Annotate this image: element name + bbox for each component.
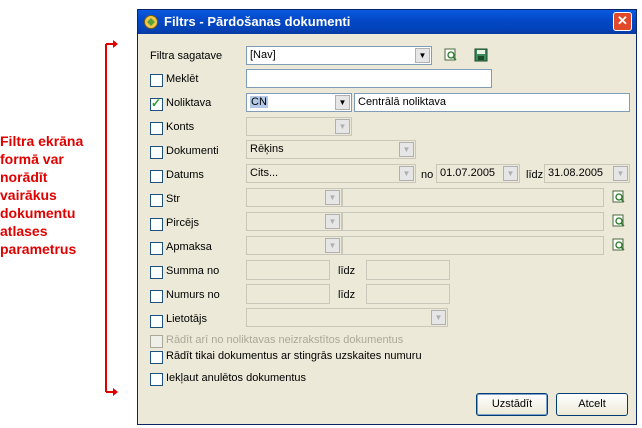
sum-label: Summa no	[166, 265, 220, 277]
unwritten-docs-checkbox[interactable]	[150, 335, 163, 348]
cancelled-docs-label: Iekļaut anulētos dokumentus	[166, 372, 307, 384]
close-button[interactable]: ✕	[613, 12, 632, 31]
chevron-down-icon[interactable]: ▼	[335, 119, 350, 134]
search-icon[interactable]	[612, 214, 626, 228]
date-checkbox[interactable]	[150, 170, 163, 183]
chevron-down-icon[interactable]: ▼	[399, 142, 414, 157]
str-label: Str	[166, 193, 181, 205]
number-to-label: līdz	[338, 289, 356, 301]
buyer-label: Pircējs	[166, 217, 200, 229]
chevron-down-icon[interactable]: ▼	[399, 166, 414, 181]
account-select[interactable]: ▼	[246, 117, 352, 136]
payment-code-select[interactable]: ▼	[246, 236, 342, 255]
payment-name-field	[342, 236, 604, 255]
str-code-select[interactable]: ▼	[246, 188, 342, 207]
window-title: Filtrs - Pārdošanas dokumenti	[164, 14, 351, 29]
date-to-label: līdz	[526, 169, 544, 181]
sum-to-field[interactable]	[366, 260, 450, 280]
date-label: Datums	[166, 169, 204, 181]
buyer-name-field	[342, 212, 604, 231]
filter-dialog: Filtrs - Pārdošanas dokumenti ✕ Filtra s…	[137, 9, 637, 425]
sum-checkbox[interactable]	[150, 266, 163, 279]
search-icon[interactable]	[612, 238, 626, 252]
sum-to-label: līdz	[338, 265, 356, 277]
chevron-down-icon[interactable]: ▼	[431, 310, 446, 325]
chevron-down-icon[interactable]: ▼	[613, 166, 628, 181]
search-label: Meklēt	[166, 73, 199, 85]
template-select[interactable]: [Nav] ▼	[246, 46, 432, 65]
chevron-down-icon[interactable]: ▼	[325, 214, 340, 229]
buyer-code-select[interactable]: ▼	[246, 212, 342, 231]
strict-number-checkbox[interactable]	[150, 351, 163, 364]
save-icon[interactable]	[474, 48, 488, 62]
documents-select[interactable]: Rēķins ▼	[246, 140, 416, 159]
chevron-down-icon[interactable]: ▼	[415, 48, 430, 63]
search-icon[interactable]	[612, 190, 626, 204]
str-checkbox[interactable]	[150, 194, 163, 207]
date-to-field[interactable]: 31.08.2005 ▼	[544, 164, 630, 183]
sum-from-field[interactable]	[246, 260, 330, 280]
number-label: Numurs no	[166, 289, 220, 301]
buyer-checkbox[interactable]	[150, 218, 163, 231]
payment-label: Apmaksa	[166, 241, 212, 253]
account-checkbox[interactable]	[150, 122, 163, 135]
search-input[interactable]	[246, 69, 492, 88]
user-checkbox[interactable]	[150, 315, 163, 328]
template-label: Filtra sagatave	[150, 50, 223, 62]
search-checkbox[interactable]	[150, 74, 163, 87]
user-select[interactable]: ▼	[246, 308, 448, 327]
user-label: Lietotājs	[166, 313, 207, 325]
cancelled-docs-checkbox[interactable]	[150, 373, 163, 386]
number-checkbox[interactable]	[150, 290, 163, 303]
warehouse-name-field: Centrālā noliktava	[354, 93, 630, 112]
title-bar: Filtrs - Pārdošanas dokumenti ✕	[138, 10, 636, 34]
date-from-field[interactable]: 01.07.2005 ▼	[436, 164, 520, 183]
annotation-bracket	[105, 40, 118, 396]
date-from-label: no	[421, 169, 434, 181]
chevron-down-icon[interactable]: ▼	[503, 166, 518, 181]
str-name-field	[342, 188, 604, 207]
strict-number-label: Rādīt tikai dokumentus ar stingrās uzska…	[166, 350, 422, 362]
chevron-down-icon[interactable]: ▼	[325, 190, 340, 205]
warehouse-label: Noliktava	[166, 97, 212, 109]
number-to-field[interactable]	[366, 284, 450, 304]
app-icon	[144, 15, 158, 29]
date-mode-select[interactable]: Cits... ▼	[246, 164, 416, 183]
documents-checkbox[interactable]	[150, 146, 163, 159]
documents-label: Dokumenti	[166, 145, 219, 157]
number-from-field[interactable]	[246, 284, 330, 304]
warehouse-code: CN	[250, 96, 268, 108]
chevron-down-icon[interactable]: ▼	[325, 238, 340, 253]
warehouse-code-select[interactable]: CN ▼	[246, 93, 352, 112]
warehouse-checkbox[interactable]	[150, 96, 163, 111]
search-icon[interactable]	[444, 48, 458, 62]
apply-button[interactable]: Uzstādīt	[476, 393, 548, 416]
payment-checkbox[interactable]	[150, 242, 163, 255]
cancel-button[interactable]: Atcelt	[556, 393, 628, 416]
account-label: Konts	[166, 121, 195, 133]
chevron-down-icon[interactable]: ▼	[335, 95, 350, 110]
unwritten-docs-label: Rādīt arī no noliktavas neizrakstītos do…	[166, 334, 404, 346]
